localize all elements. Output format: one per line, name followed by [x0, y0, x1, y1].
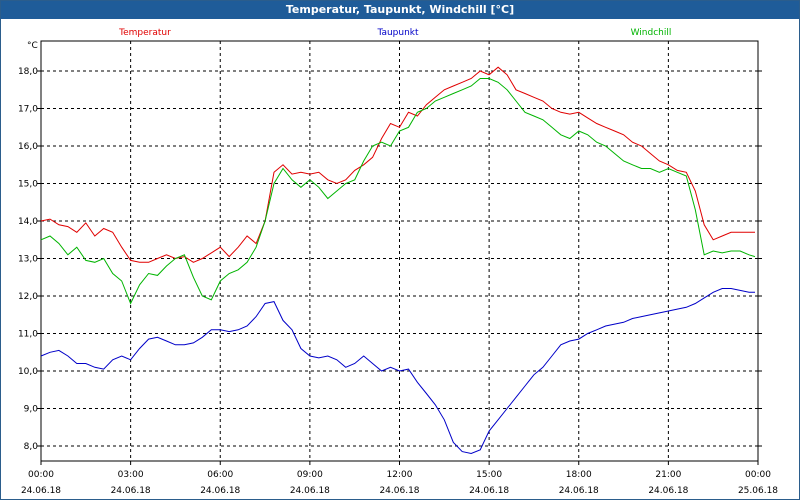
x-tick-time: 18:00 — [566, 470, 592, 480]
line-chart: 8,0 9,0 10,0 11,0 12,0 13,0 14,0 15,0 16,0 17,0 18… — [18, 28, 778, 496]
y-tick-label: 15,0 — [18, 180, 38, 190]
x-tick-date: 24.06.18 — [379, 486, 419, 496]
y-tick-label: 10,0 — [18, 367, 38, 377]
legend-windchill: Windchill — [631, 28, 672, 38]
y-tick-label: 17,0 — [18, 105, 38, 115]
x-tick-date: 24.06.18 — [21, 486, 61, 496]
legend-taupunkt: Taupunkt — [376, 28, 419, 38]
legend-temperatur: Temperatur — [118, 28, 171, 38]
x-tick-time: 03:00 — [118, 470, 144, 480]
y-tick-label: 14,0 — [18, 217, 38, 227]
y-tick-label: 18,0 — [18, 67, 38, 77]
x-tick-time: 21:00 — [655, 470, 681, 480]
x-tick-date: 24.06.18 — [290, 486, 330, 496]
x-tick-date: 24.06.18 — [200, 486, 240, 496]
x-tick-date: 25.06.18 — [738, 486, 778, 496]
x-tick-time: 00:00 — [745, 470, 771, 480]
series-line-windchill — [40, 78, 756, 305]
x-tick-time: 00:00 — [28, 470, 54, 480]
y-tick-label: 9,0 — [24, 405, 39, 415]
y-tick-label: 11,0 — [18, 330, 38, 340]
y-tick-label: 13,0 — [18, 255, 38, 265]
y-tick-label: 16,0 — [18, 142, 38, 152]
x-tick-date: 24.06.18 — [559, 486, 599, 496]
x-tick-time: 06:00 — [207, 470, 233, 480]
x-tick-time: 12:00 — [387, 470, 413, 480]
x-tick-date: 24.06.18 — [111, 486, 151, 496]
y-tick-label: 12,0 — [18, 292, 38, 302]
series-line-temperatur — [40, 66, 755, 263]
y-axis-unit: °C — [27, 41, 38, 51]
y-tick-label: 8,0 — [24, 442, 39, 452]
x-tick-time: 15:00 — [476, 470, 502, 480]
x-tick-date: 24.06.18 — [469, 486, 509, 496]
x-tick-date: 24.06.18 — [648, 486, 688, 496]
x-tick-time: 09:00 — [297, 470, 323, 480]
chart-window: Temperatur, Taupunkt, Windchill [°C] 8,0… — [0, 0, 800, 500]
